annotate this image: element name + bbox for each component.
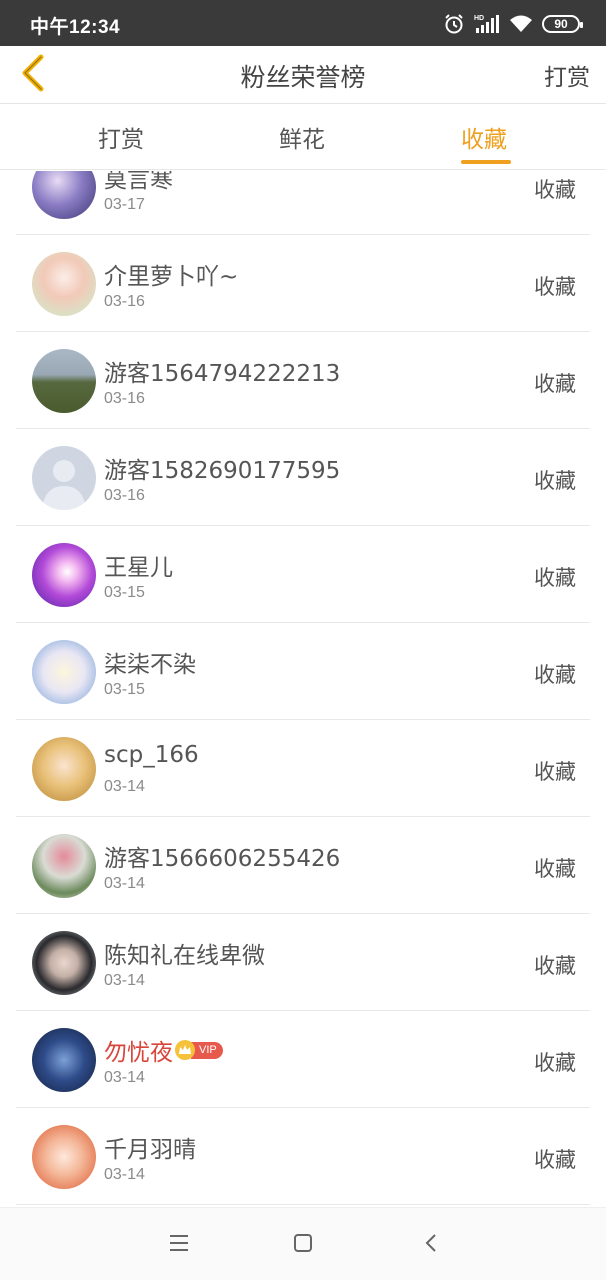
action-label: 收藏 bbox=[534, 760, 576, 784]
wifi-icon bbox=[509, 14, 533, 34]
list-item[interactable]: 柒柒不染 03-15 收藏 bbox=[0, 623, 606, 720]
list-item[interactable]: 莫言寒 03-17 收藏 bbox=[0, 171, 606, 235]
avatar bbox=[32, 834, 96, 898]
date: 03-15 bbox=[104, 584, 145, 601]
alarm-icon bbox=[443, 13, 465, 35]
date: 03-14 bbox=[104, 972, 145, 989]
date: 03-14 bbox=[104, 875, 145, 892]
avatar bbox=[32, 171, 96, 219]
default-avatar bbox=[32, 446, 96, 510]
system-nav-bar bbox=[0, 1207, 606, 1280]
fan-list[interactable]: 莫言寒 03-17 收藏 介里萝卜吖~ 03-16 收藏 游客156479422… bbox=[0, 171, 606, 1207]
date: 03-14 bbox=[104, 778, 145, 795]
tab-flowers[interactable]: 鲜花 bbox=[279, 120, 325, 154]
action-label: 收藏 bbox=[534, 663, 576, 687]
date: 03-16 bbox=[104, 487, 145, 504]
vip-badge: VIP bbox=[175, 1040, 223, 1060]
battery-level: 90 bbox=[554, 17, 568, 31]
back-triangle-icon bbox=[424, 1233, 438, 1257]
list-item[interactable]: 王星儿 03-15 收藏 bbox=[0, 526, 606, 623]
user-name: 游客1582690177595 bbox=[104, 458, 341, 484]
user-name: 勿忧夜 bbox=[104, 1040, 173, 1066]
person-silhouette-icon bbox=[42, 460, 86, 510]
page-title: 粉丝荣誉榜 bbox=[240, 63, 366, 92]
list-item[interactable]: 陈知礼在线卑微 03-14 收藏 bbox=[0, 914, 606, 1011]
list-item[interactable]: 游客1564794222213 03-16 收藏 bbox=[0, 332, 606, 429]
list-item[interactable]: 游客1566606255426 03-14 收藏 bbox=[0, 817, 606, 914]
crown-icon bbox=[175, 1040, 195, 1060]
user-name: 游客1564794222213 bbox=[104, 361, 341, 387]
avatar bbox=[32, 640, 96, 704]
avatar bbox=[32, 349, 96, 413]
action-label: 收藏 bbox=[534, 954, 576, 978]
user-name: 陈知礼在线卑微 bbox=[104, 943, 265, 969]
avatar bbox=[32, 252, 96, 316]
hd-signal-icon: HD bbox=[474, 13, 500, 35]
menu-icon bbox=[169, 1234, 189, 1256]
action-label: 收藏 bbox=[534, 566, 576, 590]
action-label: 收藏 bbox=[534, 178, 576, 202]
list-item[interactable]: 勿忧夜 VIP 03-14 收藏 bbox=[0, 1011, 606, 1108]
avatar bbox=[32, 543, 96, 607]
action-label: 收藏 bbox=[534, 275, 576, 299]
date: 03-16 bbox=[104, 293, 145, 310]
date: 03-16 bbox=[104, 390, 145, 407]
home-square-icon bbox=[293, 1233, 313, 1257]
tab-bar: 打赏 鲜花 收藏 bbox=[0, 104, 606, 170]
active-tab-indicator bbox=[461, 160, 511, 164]
user-name: 王星儿 bbox=[104, 555, 173, 581]
user-name: 游客1566606255426 bbox=[104, 846, 341, 872]
menu-button[interactable] bbox=[164, 1230, 194, 1260]
user-name: scp_166 bbox=[104, 742, 199, 768]
action-label: 收藏 bbox=[534, 1051, 576, 1075]
battery-icon: 90 bbox=[542, 15, 583, 33]
svg-text:HD: HD bbox=[474, 15, 484, 22]
status-time: 中午12:34 bbox=[30, 17, 121, 38]
avatar bbox=[32, 1028, 96, 1092]
back-nav-button[interactable] bbox=[416, 1230, 446, 1260]
home-button[interactable] bbox=[288, 1230, 318, 1260]
tab-favorites[interactable]: 收藏 bbox=[461, 120, 507, 154]
date: 03-14 bbox=[104, 1069, 145, 1086]
avatar bbox=[32, 737, 96, 801]
vip-label: VIP bbox=[191, 1041, 223, 1059]
status-bar: 中午12:34 HD 90 bbox=[0, 0, 606, 46]
action-label: 收藏 bbox=[534, 372, 576, 396]
date: 03-17 bbox=[104, 196, 145, 213]
user-name: 柒柒不染 bbox=[104, 652, 196, 678]
list-item[interactable]: 千月羽晴 03-14 收藏 bbox=[0, 1108, 606, 1205]
avatar bbox=[32, 931, 96, 995]
action-label: 收藏 bbox=[534, 1148, 576, 1172]
status-icons: HD 90 bbox=[443, 12, 583, 36]
avatar bbox=[32, 1125, 96, 1189]
tab-reward[interactable]: 打赏 bbox=[98, 120, 144, 154]
user-name-vip: 勿忧夜 VIP bbox=[104, 1033, 223, 1067]
list-item[interactable]: scp_166 03-14 收藏 bbox=[0, 720, 606, 817]
reward-button[interactable]: 打赏 bbox=[544, 58, 590, 92]
user-name: 介里萝卜吖~ bbox=[104, 264, 239, 290]
date: 03-14 bbox=[104, 1166, 145, 1183]
action-label: 收藏 bbox=[534, 469, 576, 493]
user-name: 千月羽晴 bbox=[104, 1137, 196, 1163]
date: 03-15 bbox=[104, 681, 145, 698]
list-item[interactable]: 介里萝卜吖~ 03-16 收藏 bbox=[0, 235, 606, 332]
header: 粉丝荣誉榜 打赏 bbox=[0, 46, 606, 104]
action-label: 收藏 bbox=[534, 857, 576, 881]
user-name: 莫言寒 bbox=[104, 171, 173, 193]
list-item[interactable]: 游客1582690177595 03-16 收藏 bbox=[0, 429, 606, 526]
